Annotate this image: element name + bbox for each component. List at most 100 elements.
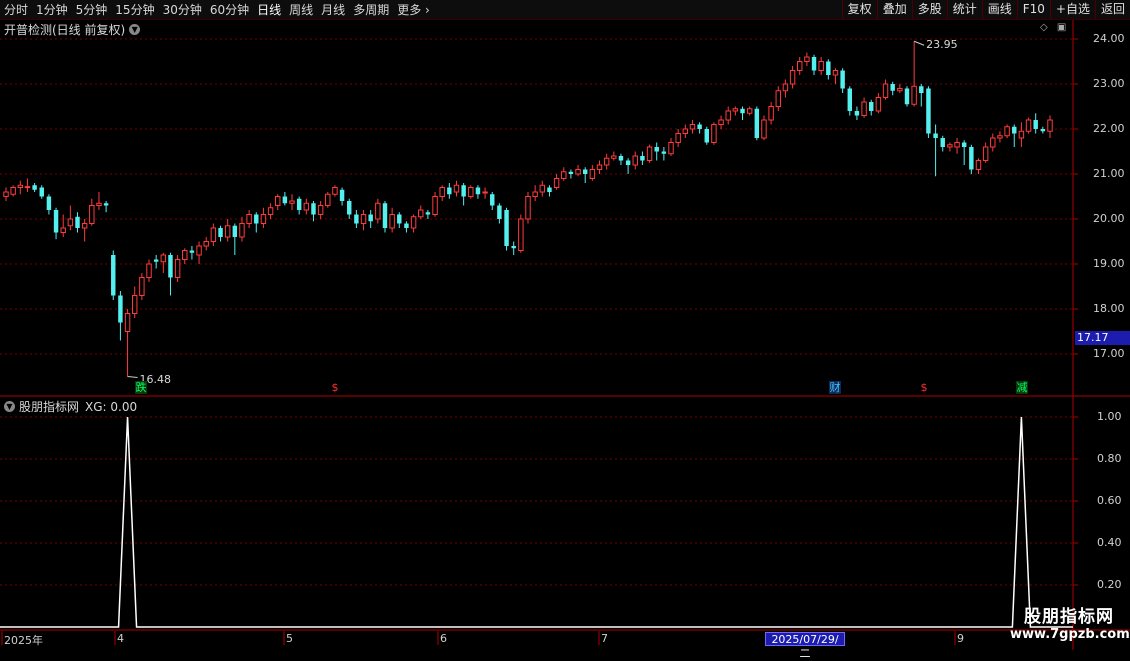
candle-body xyxy=(761,119,767,139)
candle-body xyxy=(497,205,502,219)
candle-body xyxy=(1004,126,1010,137)
candle-body xyxy=(511,246,516,249)
candle-body xyxy=(224,225,231,238)
candle-body xyxy=(611,155,617,159)
candle-body xyxy=(532,191,538,197)
price-tick-label: 23.00 xyxy=(1093,77,1125,90)
candle-body xyxy=(60,227,66,233)
candle-body xyxy=(682,128,689,134)
candle-body xyxy=(568,171,574,174)
candle-body xyxy=(146,263,152,278)
candle-body xyxy=(103,203,109,206)
date-cursor-label: 2025/07/29/二 xyxy=(765,632,845,660)
event-badge-4[interactable]: 减 xyxy=(1016,381,1028,394)
candle-body xyxy=(1033,120,1038,129)
candle-body xyxy=(75,216,80,228)
candle-body xyxy=(168,255,173,278)
candle-body xyxy=(897,88,903,92)
candle-body xyxy=(89,205,95,224)
candle-body xyxy=(818,61,824,71)
candle-body xyxy=(139,277,145,296)
indicator-name: 股朋指标网 xyxy=(19,400,80,414)
candle-body xyxy=(382,203,388,228)
candle-body xyxy=(24,186,31,189)
indicator-tick-label: 0.80 xyxy=(1097,452,1122,465)
candle-body xyxy=(3,191,9,197)
candle-body xyxy=(919,86,924,93)
candle-body xyxy=(96,202,102,206)
price-tick-label: 19.00 xyxy=(1093,257,1125,270)
candle-body xyxy=(232,225,238,237)
candle-body xyxy=(603,157,610,166)
candle-body xyxy=(317,205,324,215)
candle-body xyxy=(940,138,945,147)
chevron-down-icon[interactable]: ▼ xyxy=(4,401,15,412)
indicator-tick-label: 1.00 xyxy=(1097,410,1122,423)
candle-body xyxy=(1040,129,1046,132)
candle-body xyxy=(596,164,603,170)
candle-body xyxy=(81,223,88,229)
candle-body xyxy=(618,156,624,161)
candle-body xyxy=(468,187,474,197)
candle-body xyxy=(547,187,552,192)
price-tick-label: 20.00 xyxy=(1093,212,1125,225)
candle-body xyxy=(447,187,452,195)
candle-body xyxy=(425,212,431,215)
kline-chart[interactable] xyxy=(0,0,1130,650)
price-tick-label: 22.00 xyxy=(1093,122,1125,135)
candle-body xyxy=(267,207,274,215)
candle-body xyxy=(218,228,223,237)
candle-body xyxy=(118,295,123,323)
candle-body xyxy=(1047,119,1053,132)
indicator-xg-value: XG: 0.00 xyxy=(85,399,138,414)
candle-body xyxy=(432,196,438,215)
date-axis-label: 2025年 xyxy=(4,634,43,647)
candle-body xyxy=(539,184,546,193)
candle-body xyxy=(1018,130,1025,139)
date-axis-label: 4 xyxy=(117,632,124,645)
candle-body xyxy=(553,178,560,188)
indicator-title: ▼ 股朋指标网 XG: 0.00 xyxy=(4,398,137,415)
candle-body xyxy=(640,156,645,161)
candle-body xyxy=(746,108,753,114)
candle-body xyxy=(632,155,638,166)
candle-body xyxy=(890,84,895,91)
candle-body xyxy=(797,61,803,71)
candle-body xyxy=(575,169,581,175)
event-badge-2[interactable]: 财 xyxy=(829,381,841,394)
candle-body xyxy=(203,241,209,247)
price-tick-label: 17.00 xyxy=(1093,347,1125,360)
candle-body xyxy=(239,223,245,238)
candle-body xyxy=(882,83,889,98)
candle-body xyxy=(954,142,960,148)
candle-body xyxy=(347,201,352,215)
candle-body xyxy=(789,70,796,85)
candle-body xyxy=(904,88,910,105)
candle-body xyxy=(661,151,667,154)
indicator-tick-label: 0.60 xyxy=(1097,494,1122,507)
event-badge-1[interactable]: $ xyxy=(329,381,341,394)
candle-body xyxy=(504,210,509,246)
candle-body xyxy=(725,110,731,121)
indicator-tick-label: 0.40 xyxy=(1097,536,1122,549)
candle-body xyxy=(332,187,338,195)
high-price-label: 23.95 xyxy=(926,38,958,52)
candle-body xyxy=(961,142,967,147)
candle-body xyxy=(46,196,52,210)
candle-body xyxy=(832,70,839,76)
event-badge-0[interactable]: 跌 xyxy=(135,381,147,394)
candle-body xyxy=(254,214,259,224)
candle-body xyxy=(53,210,59,233)
candle-body xyxy=(389,214,395,229)
current-price-tag: 17.17 xyxy=(1075,331,1130,345)
candle-body xyxy=(740,108,745,114)
candle-body xyxy=(718,119,724,125)
candle-body xyxy=(360,214,367,224)
candle-body xyxy=(969,147,974,170)
event-badge-3[interactable]: $ xyxy=(918,381,930,394)
candle-body xyxy=(997,135,1003,139)
candle-body xyxy=(840,70,845,89)
candle-body xyxy=(339,189,345,201)
candle-body xyxy=(775,90,781,107)
candle-body xyxy=(625,160,631,165)
